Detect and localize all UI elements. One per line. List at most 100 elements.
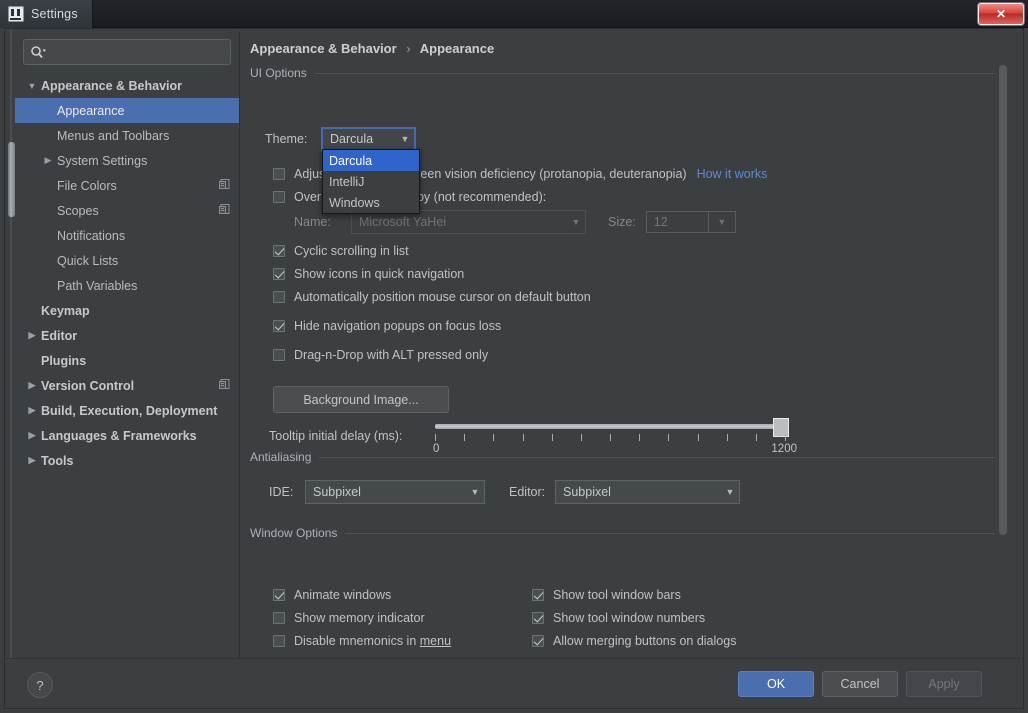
sidebar-item-build-execution-deployment[interactable]: Build, Execution, Deployment	[15, 398, 239, 423]
search-box[interactable]	[23, 39, 231, 65]
window-option-allow-merging-buttons-on-dialogs[interactable]: Allow merging buttons on dialogs	[532, 629, 736, 652]
ui-options-checkbox-list: Cyclic scrolling in list Show icons in qu…	[273, 239, 591, 366]
window-option-show-tool-window-bars-label: Show tool window bars	[553, 587, 681, 602]
chevron-right-icon[interactable]	[25, 455, 39, 466]
sidebar-item-file-colors[interactable]: File Colors	[15, 173, 239, 198]
window-option-show-memory-indicator[interactable]: Show memory indicator	[273, 606, 464, 629]
chevron-right-icon[interactable]	[41, 155, 55, 166]
ui-option-cyclic-scrolling-in-list[interactable]: Cyclic scrolling in list	[273, 239, 591, 262]
window-option-animate-windows-label: Animate windows	[294, 587, 392, 602]
slider-tick	[523, 434, 524, 441]
sidebar-item-appearance-behavior[interactable]: Appearance & Behavior	[15, 73, 239, 98]
window-option-disable-mnemonics-in-menu[interactable]: Disable mnemonics in menu	[273, 629, 464, 652]
slider-tick	[610, 434, 611, 441]
ok-button[interactable]: OK	[738, 671, 814, 697]
theme-option-darcula[interactable]: Darcula	[323, 150, 419, 171]
font-name-value: Microsoft YaHei	[359, 215, 447, 229]
slider-tick	[581, 434, 582, 441]
ui-option-automatically-position-mouse-cursor-on-default-button[interactable]: Automatically position mouse cursor on d…	[273, 285, 591, 308]
theme-option-windows[interactable]: Windows	[323, 192, 419, 213]
group-divider-line	[314, 72, 995, 74]
sidebar-item-languages-frameworks[interactable]: Languages & Frameworks	[15, 423, 239, 448]
editor-antialiasing-combobox[interactable]: Subpixel	[555, 480, 740, 504]
chevron-down-icon[interactable]	[707, 211, 736, 233]
sidebar-item-label: Keymap	[41, 303, 90, 318]
content-scrollbar[interactable]	[998, 59, 1008, 669]
ide-antialiasing-combobox[interactable]: Subpixel	[305, 480, 485, 504]
slider-thumb[interactable]	[773, 418, 789, 437]
ui-option-automatically-position-mouse-cursor-on-default-button-checkbox[interactable]	[273, 290, 285, 303]
sidebar-item-label: File Colors	[57, 178, 117, 193]
help-button[interactable]: ?	[27, 672, 53, 698]
sidebar-item-keymap[interactable]: Keymap	[15, 298, 239, 323]
sidebar-item-plugins[interactable]: Plugins	[15, 348, 239, 373]
settings-sidebar: Appearance & Behavior Appearance Menus and…	[15, 31, 240, 676]
chevron-right-icon[interactable]	[25, 380, 39, 391]
chevron-right-icon[interactable]	[25, 405, 39, 416]
window-option-animate-windows[interactable]: Animate windows	[273, 583, 464, 606]
content-scrollbar-thumb[interactable]	[999, 65, 1007, 535]
chevron-down-icon[interactable]	[25, 81, 39, 91]
sidebar-item-editor[interactable]: Editor	[15, 323, 239, 348]
antialiasing-group-title: Antialiasing	[250, 449, 995, 465]
close-icon[interactable]: ✕	[978, 3, 1024, 25]
sidebar-item-system-settings[interactable]: System Settings	[15, 148, 239, 173]
ui-option-cyclic-scrolling-in-list-checkbox[interactable]	[273, 244, 285, 257]
theme-option-intellij[interactable]: IntelliJ	[323, 171, 419, 192]
window-option-disable-mnemonics-in-menu-label: Disable mnemonics in menu	[294, 633, 452, 648]
font-size-spinner[interactable]: 12	[645, 211, 736, 233]
theme-dropdown-popup[interactable]: Darcula IntelliJ Windows	[322, 149, 420, 214]
ui-option-show-icons-in-quick-navigation-checkbox[interactable]	[273, 267, 285, 280]
theme-combobox-value: Darcula	[330, 132, 374, 146]
sidebar-item-label: System Settings	[57, 153, 148, 168]
sidebar-item-quick-lists[interactable]: Quick Lists	[15, 248, 239, 273]
background-image-button[interactable]: Background Image...	[273, 386, 449, 413]
how-it-works-link[interactable]: How it works	[697, 167, 768, 181]
slider-tick	[698, 434, 699, 441]
window-option-show-memory-indicator-checkbox[interactable]	[273, 611, 285, 624]
sidebar-item-appearance[interactable]: Appearance	[15, 98, 239, 123]
slider-tick	[727, 434, 728, 441]
apply-button[interactable]: Apply	[906, 671, 982, 697]
title-bar: Settings ✕	[0, 0, 1028, 28]
sidebar-item-tools[interactable]: Tools	[15, 448, 239, 473]
font-name-label: Name:	[294, 215, 331, 229]
breadcrumb-root[interactable]: Appearance & Behavior	[250, 41, 397, 56]
dialog-footer: ? OK Cancel Apply	[5, 658, 1023, 708]
scrollbar-thumb[interactable]	[8, 142, 15, 217]
theme-row: Theme: Darcula	[265, 127, 416, 151]
override-fonts-checkbox[interactable]	[273, 190, 285, 203]
slider-tick	[639, 434, 640, 441]
cancel-button[interactable]: Cancel	[822, 671, 898, 697]
sidebar-item-label: Languages & Frameworks	[41, 428, 197, 443]
title-tab: Settings	[0, 0, 93, 28]
window-option-allow-merging-buttons-on-dialogs-checkbox[interactable]	[532, 634, 544, 647]
window-option-show-memory-indicator-label: Show memory indicator	[294, 610, 425, 625]
ui-option-hide-navigation-popups-on-focus-loss-checkbox[interactable]	[273, 319, 285, 332]
scrollbar-track	[10, 29, 12, 677]
chevron-right-icon[interactable]	[25, 430, 39, 441]
sidebar-item-notifications[interactable]: Notifications	[15, 223, 239, 248]
ui-option-drag-n-drop-with-alt-pressed-only[interactable]: Drag-n-Drop with ALT pressed only	[273, 343, 591, 366]
window-option-disable-mnemonics-in-menu-checkbox[interactable]	[273, 634, 285, 647]
window-option-show-tool-window-bars[interactable]: Show tool window bars	[532, 583, 736, 606]
group-divider-line	[345, 532, 995, 534]
theme-combobox[interactable]: Darcula	[321, 127, 416, 151]
sidebar-item-label: Tools	[41, 453, 74, 468]
ui-option-show-icons-in-quick-navigation[interactable]: Show icons in quick navigation	[273, 262, 591, 285]
sidebar-item-path-variables[interactable]: Path Variables	[15, 273, 239, 298]
sidebar-item-scopes[interactable]: Scopes	[15, 198, 239, 223]
window-option-show-tool-window-numbers-label: Show tool window numbers	[553, 610, 706, 625]
window-option-animate-windows-checkbox[interactable]	[273, 588, 285, 601]
ui-option-drag-n-drop-with-alt-pressed-only-checkbox[interactable]	[273, 348, 285, 361]
sidebar-item-menus-and-toolbars[interactable]: Menus and Toolbars	[15, 123, 239, 148]
ui-option-automatically-position-mouse-cursor-on-default-button-label: Automatically position mouse cursor on d…	[294, 289, 591, 304]
adjust-colors-checkbox[interactable]	[273, 167, 285, 180]
chevron-right-icon[interactable]	[25, 330, 39, 341]
window-option-show-tool-window-numbers[interactable]: Show tool window numbers	[532, 606, 736, 629]
ui-option-hide-navigation-popups-on-focus-loss[interactable]: Hide navigation popups on focus loss	[273, 314, 591, 337]
window-option-show-tool-window-bars-checkbox[interactable]	[532, 588, 544, 601]
search-input[interactable]	[46, 42, 230, 62]
sidebar-item-version-control[interactable]: Version Control	[15, 373, 239, 398]
window-option-show-tool-window-numbers-checkbox[interactable]	[532, 611, 544, 624]
